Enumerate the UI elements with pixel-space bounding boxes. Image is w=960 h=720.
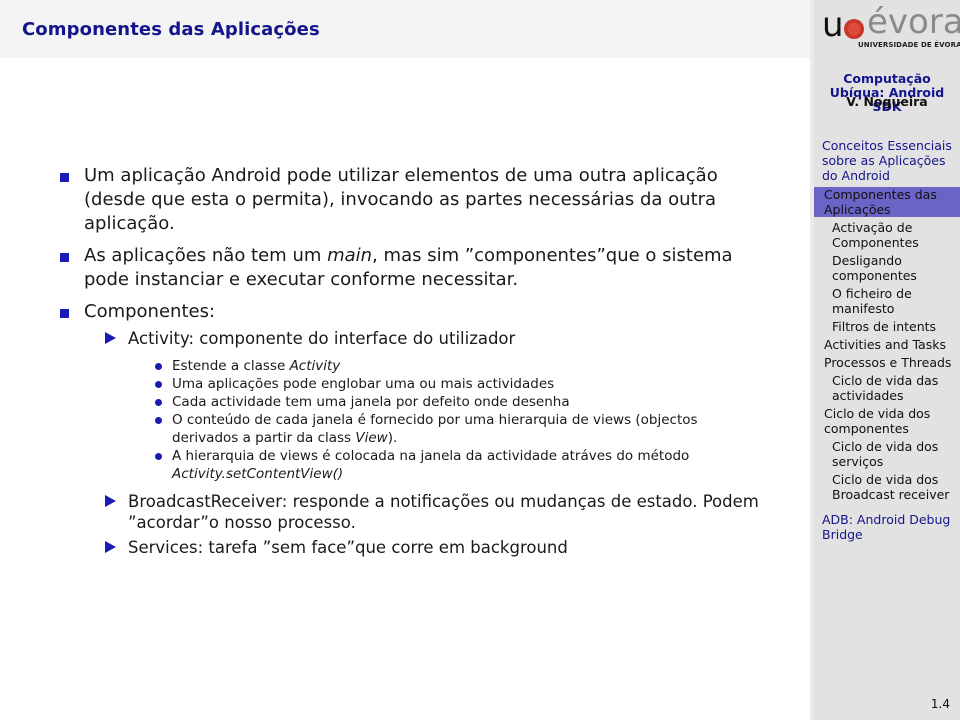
triangle-bullet-icon [105, 495, 116, 507]
detail-text: Estende a classe [172, 358, 290, 374]
detail-text-em: Activity.setContentView() [172, 466, 344, 482]
detail-item: Cada actividade tem uma janela por defei… [60, 393, 780, 411]
nav-item-activacao[interactable]: Activação de Componentes [814, 220, 960, 250]
bullet-item: Um aplicação Android pode utilizar eleme… [60, 164, 780, 236]
nav-item-processos[interactable]: Processos e Threads [814, 355, 960, 370]
frame-title: Componentes das Aplicações [22, 19, 320, 40]
detail-item: O conteúdo de cada janela é fornecido po… [60, 411, 780, 447]
nav-item-activities-tasks[interactable]: Activities and Tasks [814, 337, 960, 352]
university-logo: u évora UNIVERSIDADE DE ÉVORA [822, 2, 960, 50]
nav-item-ciclo-broadcast[interactable]: Ciclo de vida dos Broadcast receiver [814, 472, 960, 502]
sub-item-services: Services: tarefa ”sem face”que corre em … [60, 537, 780, 558]
nav-item-ciclo-actividades[interactable]: Ciclo de vida das actividades [814, 373, 960, 403]
bullet-text-pre: As aplicações não tem um [84, 245, 328, 266]
detail-text: A hierarquia de views é colocada na jane… [172, 448, 690, 464]
square-bullet-icon [60, 173, 69, 182]
sub-item-broadcast: BroadcastReceiver: responde a notificaçõ… [60, 491, 780, 533]
sub-item-activity: Activity: componente do interface do uti… [60, 328, 780, 349]
detail-text-em: Activity [289, 358, 341, 374]
sub-item-text: Services: tarefa ”sem face”que corre em … [128, 538, 568, 557]
detail-text: Uma aplicações pode englobar uma ou mais… [172, 376, 555, 392]
square-bullet-icon [60, 253, 69, 262]
logo-subtitle: UNIVERSIDADE DE ÉVORA [858, 41, 960, 49]
nav-item-manifesto[interactable]: O ficheiro de manifesto [814, 286, 960, 316]
nav-item-ciclo-servicos[interactable]: Ciclo de vida dos serviços [814, 439, 960, 469]
nav-item-desligando[interactable]: Desligando componentes [814, 253, 960, 283]
bullet-item: Componentes: [60, 300, 780, 324]
logo-name: évora [867, 2, 960, 42]
bullet-text: Componentes: [84, 301, 216, 322]
detail-item: Estende a classe Activity [60, 357, 780, 375]
detail-text-em: View [355, 430, 388, 446]
nav-item-conceitos[interactable]: Conceitos Essenciais sobre as Aplicações… [814, 138, 960, 183]
frame-header: Componentes das Aplicações [0, 0, 810, 58]
detail-text: Cada actividade tem uma janela por defei… [172, 394, 570, 410]
dot-bullet-icon [155, 381, 162, 388]
author: V. Nogueira [846, 94, 928, 109]
sidebar: u évora UNIVERSIDADE DE ÉVORA Computação… [810, 0, 960, 720]
detail-item: Uma aplicações pode englobar uma ou mais… [60, 375, 780, 393]
page-number: 1.4 [930, 697, 950, 711]
nav-item-adb[interactable]: ADB: Android Debug Bridge [814, 512, 960, 542]
sub-item-text: Activity: componente do interface do uti… [128, 329, 516, 348]
dot-bullet-icon [155, 399, 162, 406]
triangle-bullet-icon [105, 541, 116, 553]
detail-text: ). [387, 430, 398, 446]
logo-letter: u [822, 5, 844, 45]
bullet-text-em: main [327, 245, 373, 266]
sub-item-text: BroadcastReceiver: responde a notificaçõ… [128, 492, 759, 532]
nav-item-ciclo-componentes[interactable]: Ciclo de vida dos componentes [814, 406, 960, 436]
detail-item: A hierarquia de views é colocada na jane… [60, 447, 780, 483]
dot-bullet-icon [155, 417, 162, 424]
section-navigation: Conceitos Essenciais sobre as Aplicações… [814, 138, 960, 546]
bullet-item: As aplicações não tem um main, mas sim ”… [60, 244, 780, 292]
square-bullet-icon [60, 309, 69, 318]
triangle-bullet-icon [105, 332, 116, 344]
bullet-text: Um aplicação Android pode utilizar eleme… [84, 165, 718, 234]
dot-bullet-icon [155, 363, 162, 370]
detail-text: O conteúdo de cada janela é fornecido po… [172, 412, 698, 446]
activity-details: Estende a classe Activity Uma aplicações… [60, 357, 780, 483]
dot-bullet-icon [155, 453, 162, 460]
university-seal-icon [844, 19, 864, 39]
slide-content: Um aplicação Android pode utilizar eleme… [60, 164, 780, 562]
nav-item-filtros[interactable]: Filtros de intents [814, 319, 960, 334]
nav-item-componentes-active[interactable]: Componentes das Aplicações [814, 187, 960, 217]
